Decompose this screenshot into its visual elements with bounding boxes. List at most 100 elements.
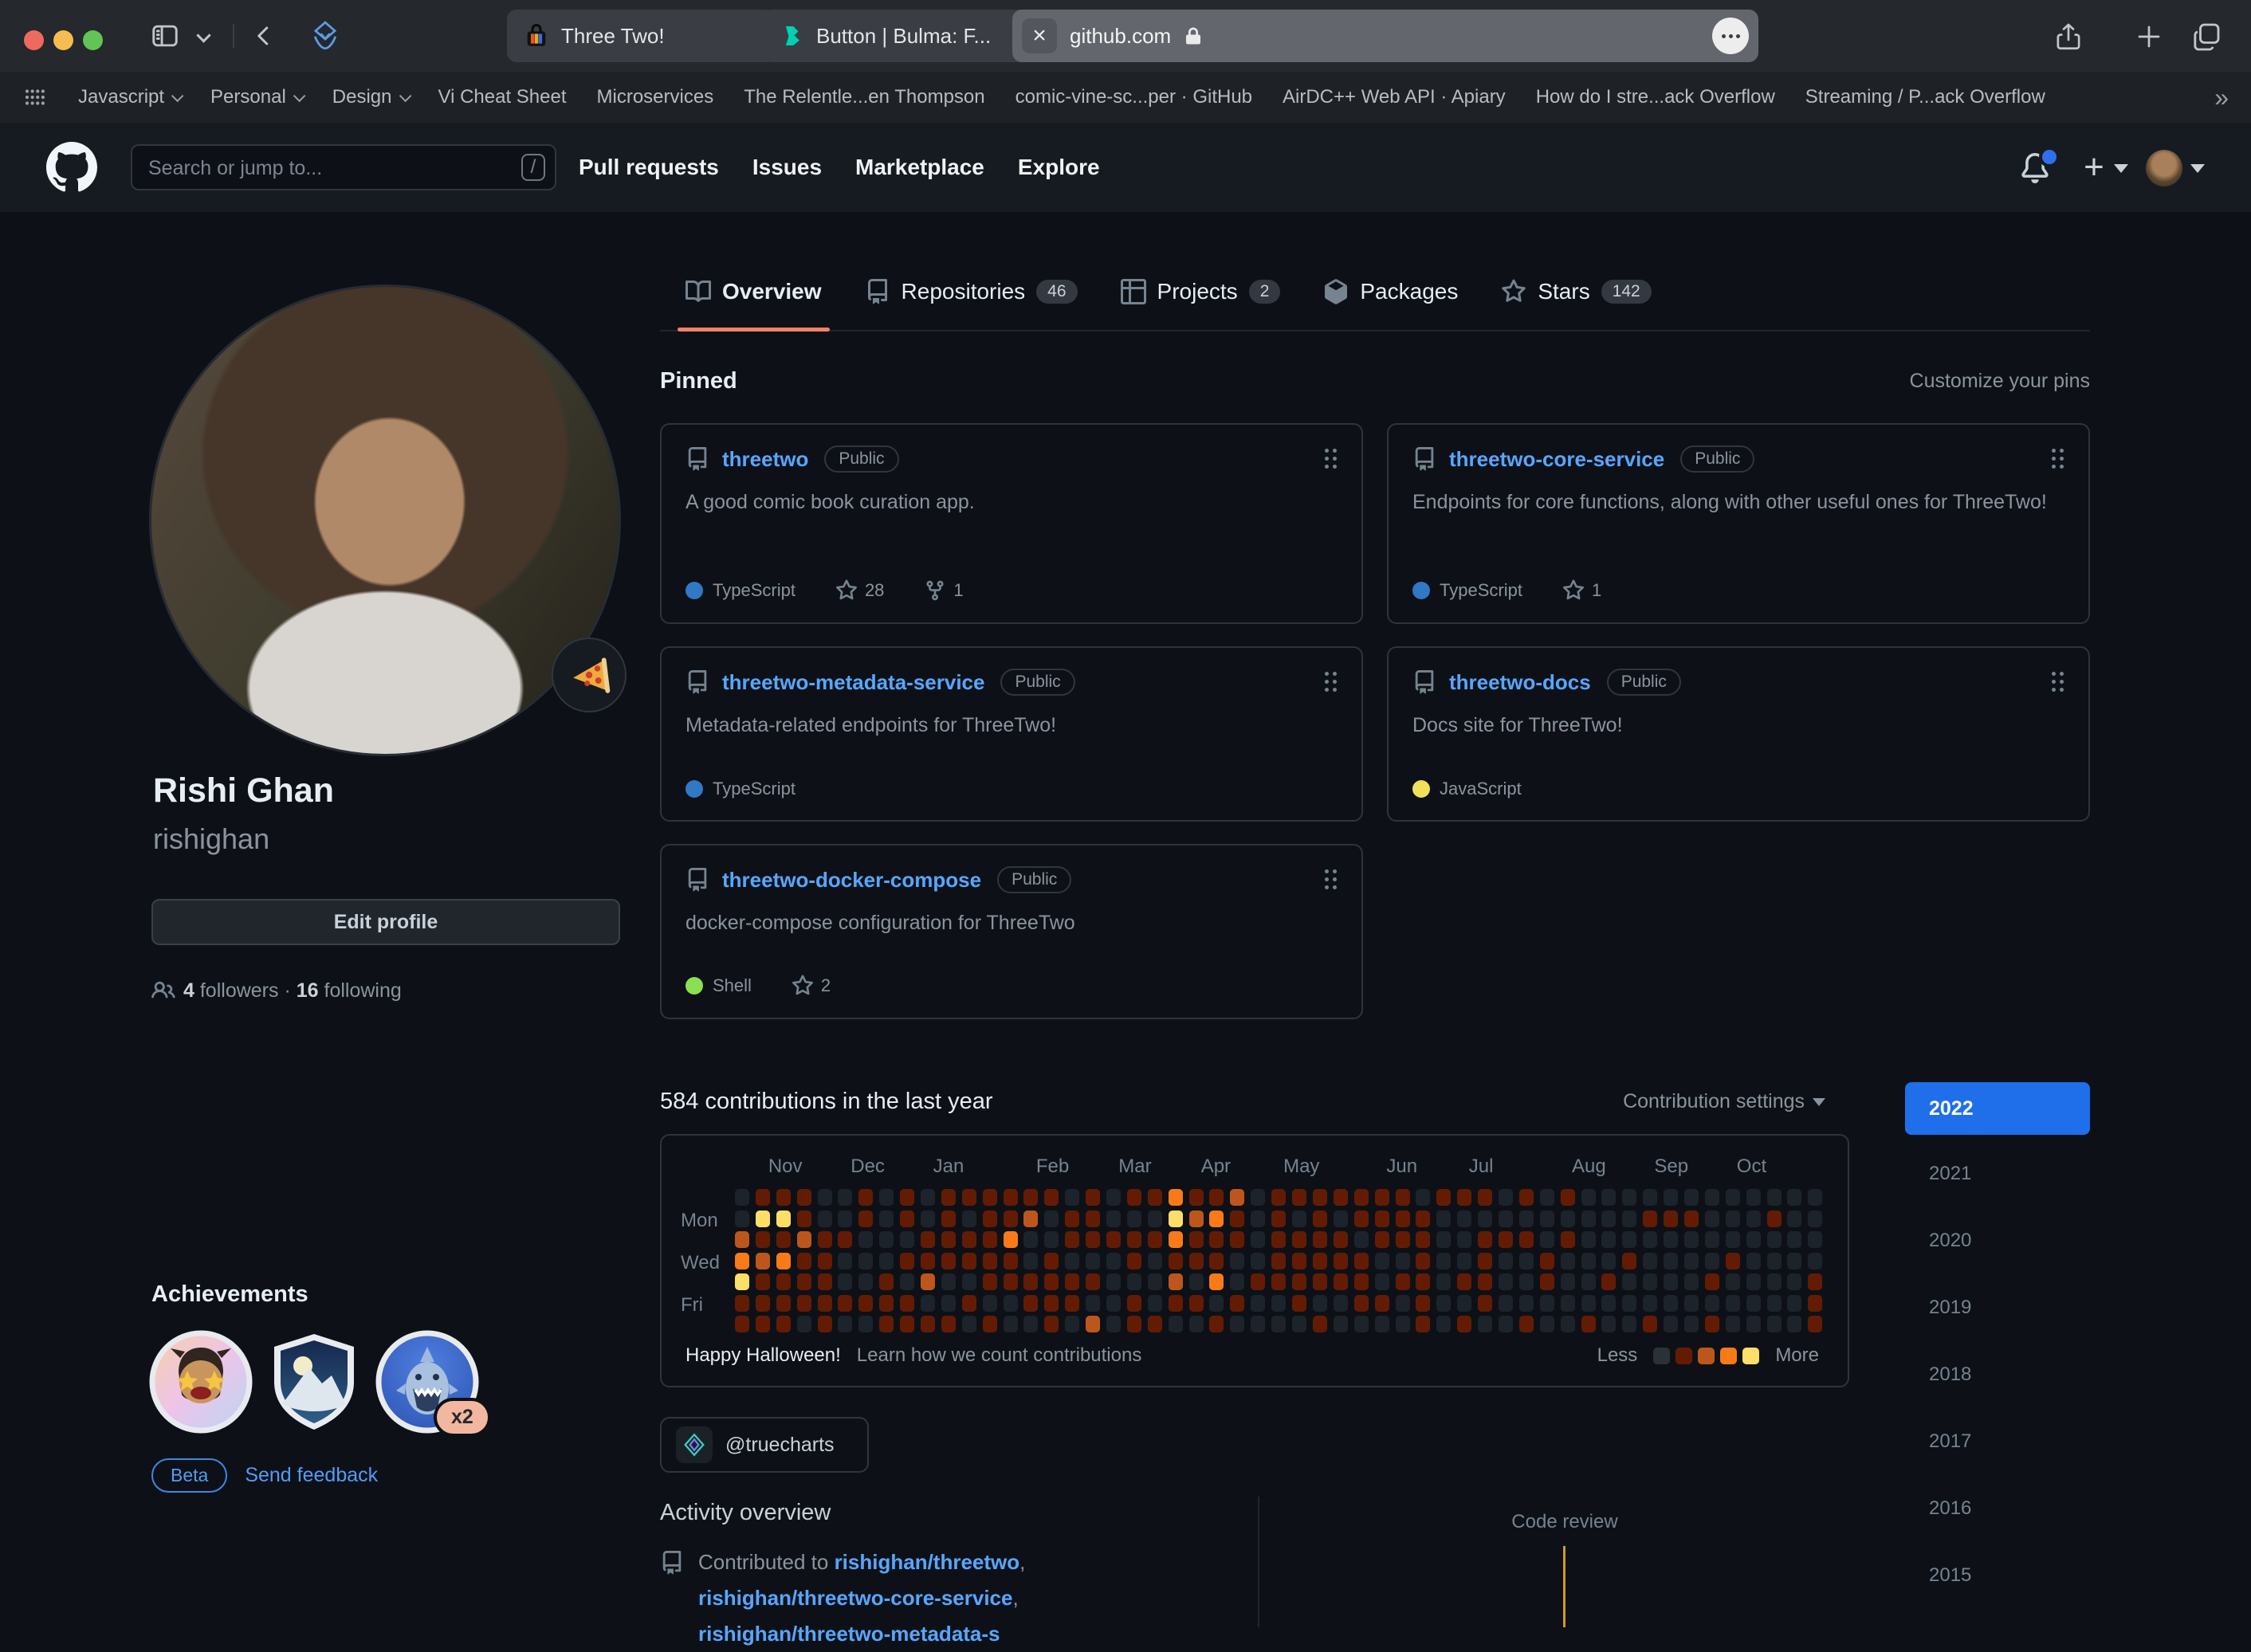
contribution-cell[interactable] <box>1127 1316 1141 1332</box>
contribution-cell[interactable] <box>1561 1231 1575 1248</box>
contribution-cell[interactable] <box>776 1316 791 1332</box>
contribution-cell[interactable] <box>1767 1211 1782 1227</box>
contribution-cell[interactable] <box>1643 1253 1657 1269</box>
contribution-cell[interactable] <box>1499 1295 1513 1312</box>
repo-link[interactable]: threetwo-docker-compose <box>722 868 981 893</box>
contribution-cell[interactable] <box>1271 1189 1286 1206</box>
bookmark-item[interactable]: AirDC++ Web API · Apiary <box>1283 86 1506 108</box>
contribution-cell[interactable] <box>1540 1231 1554 1248</box>
contribution-cell[interactable] <box>1664 1231 1678 1248</box>
bookmark-item[interactable]: The Relentle...en Thompson <box>744 86 984 108</box>
contribution-cell[interactable] <box>1726 1295 1740 1312</box>
contribution-cell[interactable] <box>1292 1316 1306 1332</box>
contribution-cell[interactable] <box>1004 1316 1018 1332</box>
contribution-cell[interactable] <box>1023 1211 1038 1227</box>
contribution-cell[interactable] <box>1209 1189 1224 1206</box>
contribution-cell[interactable] <box>1251 1273 1265 1290</box>
contribution-cell[interactable] <box>1230 1189 1244 1206</box>
contribution-cell[interactable] <box>1561 1273 1575 1290</box>
contribution-cell[interactable] <box>1601 1273 1616 1290</box>
contribution-cell[interactable] <box>1086 1211 1100 1227</box>
contribution-cell[interactable] <box>1436 1253 1451 1269</box>
contribution-cell[interactable] <box>797 1231 811 1248</box>
bookmark-item[interactable]: Microservices <box>597 86 714 108</box>
contribution-cell[interactable] <box>1004 1273 1018 1290</box>
contribution-cell[interactable] <box>1436 1316 1451 1332</box>
contribution-cell[interactable] <box>1251 1253 1265 1269</box>
contribution-cell[interactable] <box>1684 1189 1699 1206</box>
contribution-cell[interactable] <box>1746 1211 1761 1227</box>
contribution-cell[interactable] <box>1354 1253 1369 1269</box>
repo-link[interactable]: threetwo-metadata-service <box>722 670 984 695</box>
contribution-cell[interactable] <box>1023 1231 1038 1248</box>
contribution-cell[interactable] <box>1334 1316 1348 1332</box>
contribution-cell[interactable] <box>1044 1316 1059 1332</box>
contribution-cell[interactable] <box>1457 1231 1471 1248</box>
contribution-cell[interactable] <box>1251 1295 1265 1312</box>
contribution-cell[interactable] <box>1189 1295 1204 1312</box>
contribution-cell[interactable] <box>1375 1295 1389 1312</box>
contribution-cell[interactable] <box>1375 1211 1389 1227</box>
contribution-cell[interactable] <box>1106 1253 1121 1269</box>
bookmark-item[interactable]: Design <box>332 86 408 108</box>
contribution-cell[interactable] <box>735 1295 749 1312</box>
contribution-cell[interactable] <box>756 1253 770 1269</box>
contribution-cell[interactable] <box>797 1295 811 1312</box>
contribution-cell[interactable] <box>900 1253 914 1269</box>
contribution-cell[interactable] <box>962 1189 976 1206</box>
contribution-cell[interactable] <box>1189 1211 1204 1227</box>
contribution-cell[interactable] <box>1684 1231 1699 1248</box>
contribution-cell[interactable] <box>1271 1273 1286 1290</box>
contribution-cell[interactable] <box>1292 1231 1306 1248</box>
pull-shark-badge[interactable]: x2 <box>375 1329 480 1434</box>
contribution-cell[interactable] <box>1189 1231 1204 1248</box>
contribution-cell[interactable] <box>1189 1189 1204 1206</box>
contribution-cell[interactable] <box>1127 1273 1141 1290</box>
contribution-cell[interactable] <box>1808 1295 1822 1312</box>
contribution-cell[interactable] <box>1127 1295 1141 1312</box>
bookmark-item[interactable]: Javascript <box>78 86 180 108</box>
contribution-cell[interactable] <box>1601 1316 1616 1332</box>
contribution-cell[interactable] <box>1457 1273 1471 1290</box>
contribution-cell[interactable] <box>1808 1316 1822 1332</box>
contribution-cell[interactable] <box>1334 1211 1348 1227</box>
contribution-cell[interactable] <box>1767 1189 1782 1206</box>
contribution-cell[interactable] <box>797 1253 811 1269</box>
create-new-caret-icon[interactable] <box>2114 164 2128 173</box>
contribution-cell[interactable] <box>1767 1295 1782 1312</box>
contributed-repo-link[interactable]: rishighan/threetwo-metadata-s <box>698 1622 1000 1646</box>
contribution-cell[interactable] <box>941 1295 956 1312</box>
contribution-cell[interactable] <box>776 1231 791 1248</box>
contribution-cell[interactable] <box>1044 1211 1059 1227</box>
contribution-cell[interactable] <box>1065 1231 1079 1248</box>
contribution-cell[interactable] <box>1148 1273 1162 1290</box>
contribution-cell[interactable] <box>1209 1211 1224 1227</box>
contribution-cell[interactable] <box>1396 1211 1410 1227</box>
repo-stars[interactable]: 2 <box>792 975 831 997</box>
bookmark-item[interactable]: comic-vine-sc...per · GitHub <box>1016 86 1252 108</box>
truecharts-org-button[interactable]: @truecharts <box>660 1417 869 1473</box>
contribution-cell[interactable] <box>1808 1253 1822 1269</box>
starstruck-badge[interactable] <box>148 1329 253 1434</box>
contribution-cell[interactable] <box>1044 1189 1059 1206</box>
contribution-cell[interactable] <box>1684 1295 1699 1312</box>
contribution-cell[interactable] <box>1044 1295 1059 1312</box>
contribution-cell[interactable] <box>1767 1316 1782 1332</box>
contributed-repo-link[interactable]: rishighan/threetwo <box>835 1550 1020 1574</box>
contribution-cell[interactable] <box>1478 1253 1492 1269</box>
contribution-cell[interactable] <box>1148 1231 1162 1248</box>
sidebar-toggle-icon[interactable] <box>148 21 182 51</box>
contribution-cell[interactable] <box>858 1253 873 1269</box>
contribution-cell[interactable] <box>1746 1253 1761 1269</box>
contribution-cell[interactable] <box>858 1316 873 1332</box>
contribution-cell[interactable] <box>1787 1316 1801 1332</box>
contribution-cell[interactable] <box>1622 1316 1636 1332</box>
contribution-cell[interactable] <box>1622 1211 1636 1227</box>
contribution-cell[interactable] <box>1601 1189 1616 1206</box>
year-2022[interactable]: 2022 <box>1905 1082 2090 1135</box>
contribution-cell[interactable] <box>1767 1273 1782 1290</box>
contribution-cell[interactable] <box>1540 1295 1554 1312</box>
contribution-cell[interactable] <box>1292 1211 1306 1227</box>
contribution-cell[interactable] <box>1561 1295 1575 1312</box>
contribution-cell[interactable] <box>1023 1189 1038 1206</box>
